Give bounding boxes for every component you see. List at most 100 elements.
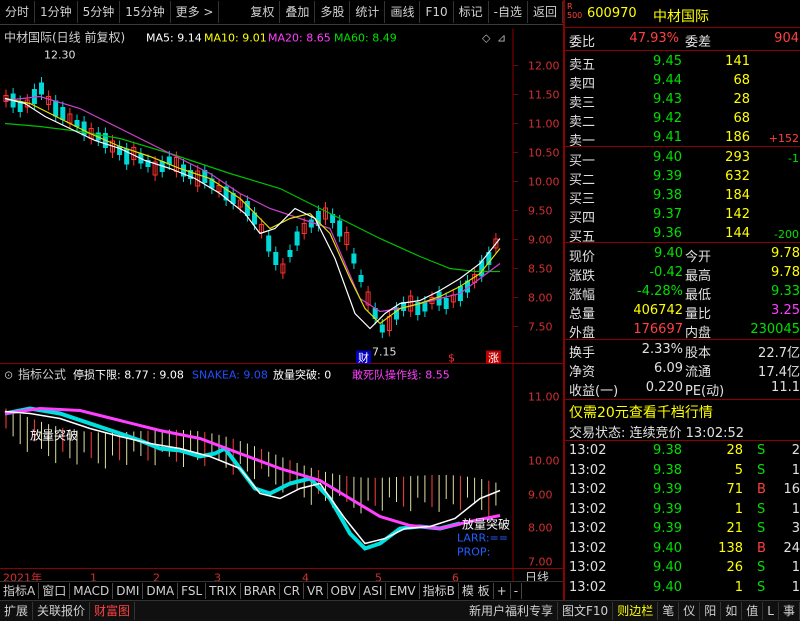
ask-row[interactable]: 卖三 9.43 28	[567, 91, 800, 111]
watchlist-button[interactable]: -自选	[489, 1, 528, 23]
new-user-welfare-link[interactable]: 新用户福利专享	[465, 602, 559, 620]
tab-window[interactable]: 窗口	[39, 583, 71, 599]
ask-volume: 186	[725, 130, 750, 145]
tab-template[interactable]: 模 板	[459, 583, 494, 599]
draw-button[interactable]: 画线	[385, 1, 421, 23]
tick-row[interactable]: 13:02 9.39 21 S 3	[567, 520, 800, 539]
stat-label: 涨幅	[569, 288, 596, 303]
toolbar: 分时 1分钟 5分钟 15分钟 更多 > 复权 叠加 多股 统计 画线 F10 …	[0, 0, 563, 25]
promo-row[interactable]: 仅需20元查看千档行情	[567, 401, 800, 422]
mark-button[interactable]: 标记	[454, 1, 489, 23]
tick-row[interactable]: 13:02 9.38 28 S 2	[567, 442, 800, 461]
tab-dma[interactable]: DMA	[143, 583, 179, 599]
tick-row[interactable]: 13:02 9.39 1 S 1	[567, 501, 800, 520]
l-icon[interactable]: L	[763, 602, 779, 620]
expand-tab[interactable]: 扩展	[0, 602, 34, 620]
add-button[interactable]: +	[494, 583, 511, 599]
ask-row[interactable]: 卖四 9.44 68	[567, 72, 800, 92]
ask-volume: 141	[725, 54, 750, 69]
status-bar: 扩展 关联报价 财富图 新用户福利专享 图文F10 则边栏 笔 仪 阳 如 值 …	[0, 600, 800, 621]
tick-time: 13:02	[569, 540, 607, 556]
tab-obv[interactable]: OBV	[328, 583, 361, 599]
back-button[interactable]: 返回	[528, 1, 563, 23]
stat-value: 9.78	[771, 246, 800, 261]
bid-change: -1	[788, 152, 799, 165]
bid-row[interactable]: 买四 9.37 142	[567, 206, 800, 226]
stat-row[interactable]: 换手 2.33% 股本 22.7亿	[567, 341, 800, 361]
stat-row[interactable]: 净资 6.09 流通 17.4亿	[567, 360, 800, 380]
tab-fsl[interactable]: FSL	[178, 583, 207, 599]
stats-button[interactable]: 统计	[350, 1, 386, 23]
stat-label: 涨跌	[569, 269, 596, 284]
f10-text-link[interactable]: 图文F10	[558, 602, 614, 620]
value-icon[interactable]: 值	[742, 602, 764, 620]
period-tab[interactable]: 15分钟	[120, 1, 171, 23]
tab-brar[interactable]: BRAR	[241, 583, 281, 599]
more-periods-button[interactable]: 更多 >	[171, 1, 220, 23]
multi-stock-button[interactable]: 多股	[315, 1, 351, 23]
expand-icon: ⊿	[497, 32, 506, 45]
tab-vr[interactable]: VR	[304, 583, 328, 599]
stat-value: 9.78	[771, 265, 800, 280]
r-badge-icon: R 500	[567, 2, 583, 20]
finance-marker: 财	[358, 351, 369, 365]
stat-value: 176697	[633, 322, 683, 337]
period-tab[interactable]: 5分钟	[78, 1, 121, 23]
stat-row[interactable]: 收益(一) 0.220 PE(动) 11.1	[567, 379, 800, 399]
tick-row[interactable]: 13:02 9.39 71 B 16	[567, 481, 800, 500]
ask-row[interactable]: 卖二 9.42 68	[567, 110, 800, 130]
stat-value: 230045	[750, 322, 800, 337]
period-tab[interactable]: 分时	[0, 1, 36, 23]
remove-button[interactable]: -	[511, 583, 523, 599]
sun-icon[interactable]: 阳	[700, 602, 722, 620]
sidebar-toggle[interactable]: 则边栏	[613, 602, 659, 620]
stat-row[interactable]: 涨幅 -4.28% 最低 9.33	[567, 283, 800, 303]
quote-panel: R 500 600970 中材国际 委比 47.93% 委差 904 卖五 9.4…	[563, 0, 800, 600]
tick-time: 13:02	[569, 560, 607, 575]
tab-trix[interactable]: TRIX	[206, 583, 241, 599]
tick-row[interactable]: 13:02 9.40 1 S 1	[567, 579, 800, 598]
bid-row[interactable]: 买三 9.38 184	[567, 187, 800, 207]
tab-macd[interactable]: MACD	[70, 583, 114, 599]
ma20-label: MA20: 8.65	[268, 32, 331, 45]
tab-indicator-b[interactable]: 指标B	[420, 583, 459, 599]
tick-row[interactable]: 13:02 9.40 26 S 1	[567, 559, 800, 578]
period-tab[interactable]: 1分钟	[35, 1, 78, 23]
stat-row[interactable]: 涨跌 -0.42 最高 9.78	[567, 264, 800, 284]
stat-value: 9.33	[771, 284, 800, 299]
ru-icon[interactable]: 如	[721, 602, 743, 620]
bid-price: 9.37	[653, 207, 682, 222]
adjust-button[interactable]: 复权	[245, 1, 281, 23]
stat-value: 6.09	[654, 361, 683, 376]
tab-indicator-a[interactable]: 指标A	[0, 583, 40, 599]
tab-cr[interactable]: CR	[280, 583, 304, 599]
period-group: 分时 1分钟 5分钟 15分钟 更多 >	[0, 1, 220, 23]
tick-row[interactable]: 13:02 9.40 138 B 24	[567, 540, 800, 559]
pen-icon[interactable]: 笔	[658, 602, 680, 620]
wealth-chart-tab[interactable]: 财富图	[90, 602, 136, 620]
f10-button[interactable]: F10	[420, 1, 454, 23]
chart-area[interactable]: 中材国际(日线 前复权) MA5: 9.14 MA10: 9.01 MA20: …	[0, 24, 563, 590]
svg-text:10.50: 10.50	[528, 147, 560, 160]
instrument-icon[interactable]: 仪	[679, 602, 701, 620]
tab-asi[interactable]: ASI	[360, 583, 387, 599]
tab-dmi[interactable]: DMI	[113, 583, 144, 599]
svg-text:11.00: 11.00	[528, 118, 560, 131]
tab-emv[interactable]: EMV	[386, 583, 420, 599]
ask-price: 9.43	[653, 92, 682, 107]
stat-row[interactable]: 外盘 176697 内盘 230045	[567, 321, 800, 341]
related-quote-tab[interactable]: 关联报价	[33, 602, 91, 620]
stat-row[interactable]: 现价 9.40 今开 9.78	[567, 245, 800, 265]
event-icon[interactable]: 事	[779, 602, 800, 620]
tick-price: 9.40	[653, 560, 682, 575]
ask-row[interactable]: 卖五 9.45 141	[567, 53, 800, 73]
bid-row[interactable]: 买二 9.39 632	[567, 168, 800, 188]
stat-row[interactable]: 总量 406742 量比 3.25	[567, 302, 800, 322]
ask-price: 9.45	[653, 54, 682, 69]
tick-time: 13:02	[569, 443, 607, 458]
promo-link[interactable]: 仅需20元查看千档行情	[569, 402, 713, 422]
overlay-button[interactable]: 叠加	[280, 1, 316, 23]
bid-row[interactable]: 买一 9.40 293 -1	[567, 149, 800, 169]
tick-row[interactable]: 13:02 9.38 5 S 1	[567, 462, 800, 481]
tick-price: 9.40	[653, 579, 682, 595]
